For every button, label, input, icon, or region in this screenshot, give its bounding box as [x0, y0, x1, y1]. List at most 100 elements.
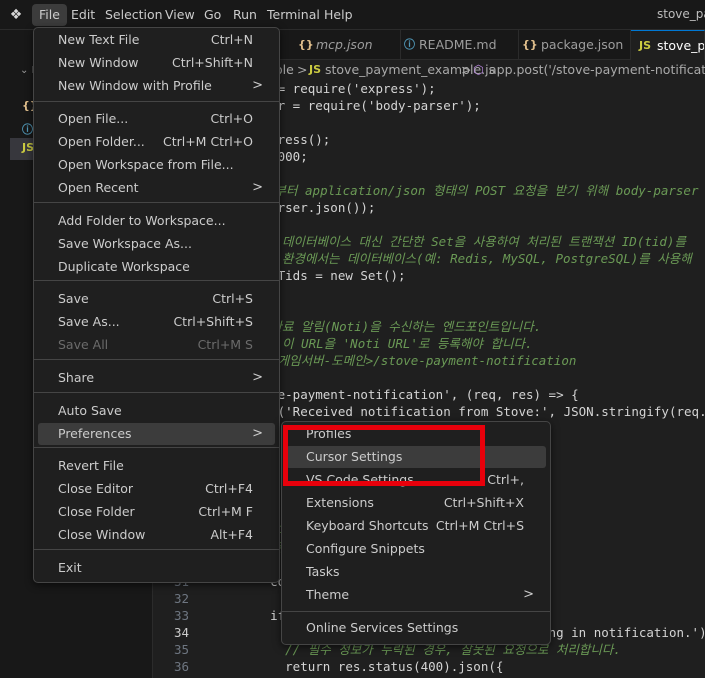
file-menu-item-new-text-file[interactable]: New Text File Ctrl+N: [38, 29, 275, 51]
menu-separator: [34, 359, 279, 360]
menu-separator: [34, 549, 279, 550]
file-menu-item-close-window[interactable]: Close Window Alt+F4: [38, 524, 275, 546]
menu-separator: [282, 611, 550, 612]
file-menu-item-open-workspace-from-file[interactable]: Open Workspace from File...: [38, 154, 275, 176]
tab-mcp-json[interactable]: {} mcp.json: [298, 30, 401, 60]
menu-separator: [34, 202, 279, 203]
menu-item-label: Save As...: [58, 314, 120, 329]
file-menu-item-open-recent[interactable]: Open Recent >: [38, 177, 275, 199]
json-file-icon: {}: [298, 38, 314, 51]
preferences-item-extensions[interactable]: Extensions Ctrl+Shift+X: [286, 492, 546, 514]
breadcrumb-symbol[interactable]: app.post('/stove-payment-notification') …: [489, 62, 705, 77]
menu-help[interactable]: Help: [317, 4, 360, 26]
menu-item-label: Keyboard Shortcuts: [306, 518, 429, 533]
tab-label: package.json: [541, 37, 624, 52]
keyboard-shortcut: Ctrl+Shift+N: [172, 55, 253, 70]
menu-item-label: Save: [58, 291, 89, 306]
menu-file[interactable]: File: [32, 4, 67, 26]
json-file-icon: {}: [522, 38, 538, 51]
chevron-down-icon: ⌄: [20, 65, 32, 76]
file-menu-item-save-workspace-as[interactable]: Save Workspace As...: [38, 233, 275, 255]
menu-run[interactable]: Run: [226, 4, 264, 26]
preferences-item-theme[interactable]: Theme >: [286, 584, 546, 606]
symbol-method-icon: ⬡: [473, 62, 484, 77]
preferences-item-configure-snippets[interactable]: Configure Snippets: [286, 538, 546, 560]
code-line: 36 return res.status(400).json({: [153, 658, 705, 675]
keyboard-shortcut: Ctrl+Shift+X: [443, 495, 524, 510]
file-menu-item-open-folder[interactable]: Open Folder... Ctrl+M Ctrl+O: [38, 131, 275, 153]
chevron-right-icon: >: [297, 62, 308, 77]
file-menu: New Text File Ctrl+N New Window Ctrl+Shift+…: [33, 27, 280, 583]
chevron-right-icon: >: [252, 370, 263, 385]
file-menu-item-revert-file[interactable]: Revert File: [38, 455, 275, 477]
menu-item-label: Configure Snippets: [306, 541, 425, 556]
tab-readme[interactable]: ⓘ README.md: [401, 30, 519, 60]
menu-item-label: Extensions: [306, 495, 374, 510]
preferences-item-tasks[interactable]: Tasks: [286, 561, 546, 583]
file-menu-item-share[interactable]: Share >: [38, 367, 275, 389]
file-menu-item-save[interactable]: Save Ctrl+S: [38, 288, 275, 310]
menu-item-label: Close Folder: [58, 504, 135, 519]
menu-item-label: Open Folder...: [58, 134, 145, 149]
tab-stove-payment[interactable]: JS stove_pay: [631, 30, 705, 60]
keyboard-shortcut: Ctrl+Shift+S: [173, 314, 253, 329]
menu-separator: [34, 101, 279, 102]
file-menu-item-exit[interactable]: Exit: [38, 557, 275, 579]
keyboard-shortcut: Ctrl+M Ctrl+S: [435, 518, 524, 533]
menu-item-label: Open Recent: [58, 180, 139, 195]
keyboard-shortcut: Ctrl+S: [212, 291, 253, 306]
file-menu-item-new-window[interactable]: New Window Ctrl+Shift+N: [38, 52, 275, 74]
info-file-icon: ⓘ: [404, 38, 415, 51]
menu-separator: [34, 447, 279, 448]
menu-view[interactable]: View: [158, 4, 202, 26]
menu-item-label: Close Editor: [58, 481, 134, 496]
menu-item-label: Auto Save: [58, 403, 122, 418]
menu-item-label: Close Window: [58, 527, 146, 542]
line-number: 32: [173, 591, 189, 606]
menu-separator: [34, 392, 279, 393]
chevron-right-icon: >: [252, 78, 263, 93]
menu-item-label: Add Folder to Workspace...: [58, 213, 226, 228]
code-text: 결제 완료 알림(Noti)을 수신하는 엔드포인트입니다.: [240, 319, 542, 334]
activity-bar: [0, 30, 10, 678]
keyboard-shortcut: Ctrl+O: [210, 111, 253, 126]
menu-go[interactable]: Go: [197, 4, 228, 26]
menu-item-label: Exit: [58, 560, 82, 575]
menu-item-label: Revert File: [58, 458, 124, 473]
file-menu-item-close-folder[interactable]: Close Folder Ctrl+M F: [38, 501, 275, 523]
file-menu-item-close-editor[interactable]: Close Editor Ctrl+F4: [38, 478, 275, 500]
file-menu-item-duplicate-workspace[interactable]: Duplicate Workspace: [38, 256, 275, 278]
code-text: /stove-payment-notification', (req, res)…: [240, 387, 579, 402]
menu-item-label: Online Services Settings: [306, 620, 459, 635]
code-text: 센터에 이 URL을 'Noti URL'로 등록해야 합니다.: [240, 336, 533, 351]
menu-item-label: Save All: [58, 337, 109, 352]
file-menu-item-auto-save[interactable]: Auto Save: [38, 400, 275, 422]
file-menu-item-save-as[interactable]: Save As... Ctrl+Shift+S: [38, 311, 275, 333]
file-menu-item-preferences[interactable]: Preferences >: [38, 423, 275, 445]
preferences-item-online-services-settings[interactable]: Online Services Settings: [286, 617, 546, 639]
file-menu-item-open-file[interactable]: Open File... Ctrl+O: [38, 108, 275, 130]
file-menu-item-new-window-with-profile[interactable]: New Window with Profile >: [38, 75, 275, 97]
menu-item-label: Open Workspace from File...: [58, 157, 234, 172]
menu-item-label: New Window: [58, 55, 139, 70]
tab-label: README.md: [419, 37, 497, 52]
menu-separator: [34, 280, 279, 281]
window-title: stove_pay: [657, 7, 705, 21]
menu-item-label: Save Workspace As...: [58, 236, 192, 251]
tab-package-json[interactable]: {} package.json: [519, 30, 631, 60]
file-menu-item-add-folder-to-workspace[interactable]: Add Folder to Workspace...: [38, 210, 275, 232]
code-text: 로덕션 환경에서는 데이터베이스(예: Redis, MySQL, Postgr…: [240, 251, 692, 266]
menu-item-label: Share: [58, 370, 95, 385]
preferences-item-keyboard-shortcuts[interactable]: Keyboard Shortcuts Ctrl+M Ctrl+S: [286, 515, 546, 537]
javascript-file-icon: JS: [639, 39, 652, 52]
code-text: 서버로부터 application/json 형태의 POST 요청을 받기 위…: [240, 183, 699, 198]
menu-item-label: Preferences: [58, 426, 132, 441]
tab-label: stove_pay: [657, 38, 705, 53]
chevron-right-icon: >: [252, 180, 263, 195]
menu-item-label: New Text File: [58, 32, 140, 47]
menu-item-label: Duplicate Workspace: [58, 259, 190, 274]
code-text: p://<게임서버-도메인>/stove-payment-notificatio…: [240, 353, 577, 368]
keyboard-shortcut: Ctrl+,: [487, 472, 524, 487]
menu-edit[interactable]: Edit: [64, 4, 102, 26]
file-menu-item-save-all[interactable]: Save All Ctrl+M S: [38, 334, 275, 356]
